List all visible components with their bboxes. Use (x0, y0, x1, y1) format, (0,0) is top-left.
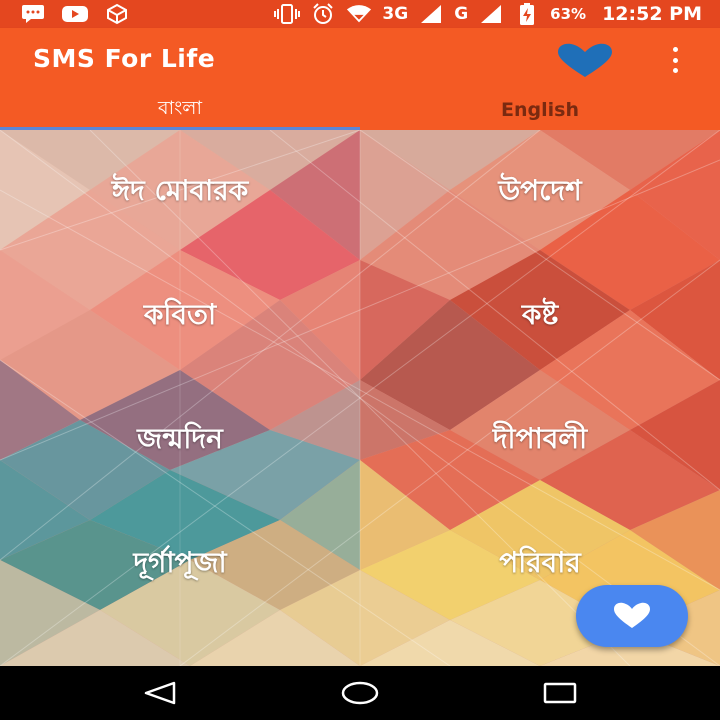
category-label: কষ্ট (521, 297, 559, 331)
tab-bar: বাংলা English (0, 90, 720, 130)
navigation-bar (0, 666, 720, 720)
heart-icon (614, 602, 650, 628)
signal-icon-2 (478, 4, 504, 24)
wifi-icon (346, 4, 372, 24)
network-type-label: 3G (382, 4, 409, 24)
clock: 12:52 PM (602, 3, 702, 25)
category-label: পরিবার (499, 545, 581, 579)
youtube-icon (62, 4, 88, 24)
tab-bangla[interactable]: বাংলা (0, 90, 360, 130)
vibrate-icon (274, 4, 301, 24)
message-icon (20, 4, 46, 24)
network-type-label-2: G (454, 4, 469, 24)
category-durga-puja[interactable]: দূর্গাপূজা (0, 502, 360, 626)
battery-charging-icon (514, 3, 540, 25)
category-diwali[interactable]: দীপাবলী (360, 378, 720, 502)
category-label: দূর্গাপূজা (133, 545, 227, 579)
tab-english[interactable]: English (360, 90, 720, 130)
category-label: দীপাবলী (492, 421, 588, 455)
app-title: SMS For Life (33, 44, 216, 73)
category-label: কবিতা (143, 297, 217, 331)
category-advice[interactable]: উপদেশ (360, 130, 720, 254)
category-poem[interactable]: কবিতা (0, 254, 360, 378)
category-label: জন্মদিন (137, 421, 223, 455)
category-label: উপদেশ (498, 173, 582, 207)
category-birthday[interactable]: জন্মদিন (0, 378, 360, 502)
package-icon (104, 3, 130, 25)
heart-icon[interactable] (556, 43, 614, 79)
tab-english-label: English (501, 99, 579, 121)
back-icon[interactable] (140, 678, 180, 708)
category-sad[interactable]: কষ্ট (360, 254, 720, 378)
category-eid-mubarak[interactable]: ঈদ মোবারক (0, 130, 360, 254)
status-bar: 3G G 63% 12:52 PM (0, 0, 720, 28)
app-bar: SMS For Life (0, 28, 720, 90)
category-label: ঈদ মোবারক (111, 173, 249, 207)
recents-icon[interactable] (540, 678, 580, 708)
favorites-fab[interactable] (576, 585, 688, 647)
tab-bangla-label: বাংলা (158, 97, 202, 119)
home-icon[interactable] (340, 678, 380, 708)
signal-icon (418, 4, 444, 24)
battery-level: 63% (550, 5, 587, 23)
alarm-icon (310, 3, 336, 24)
overflow-menu-icon[interactable] (662, 45, 688, 75)
